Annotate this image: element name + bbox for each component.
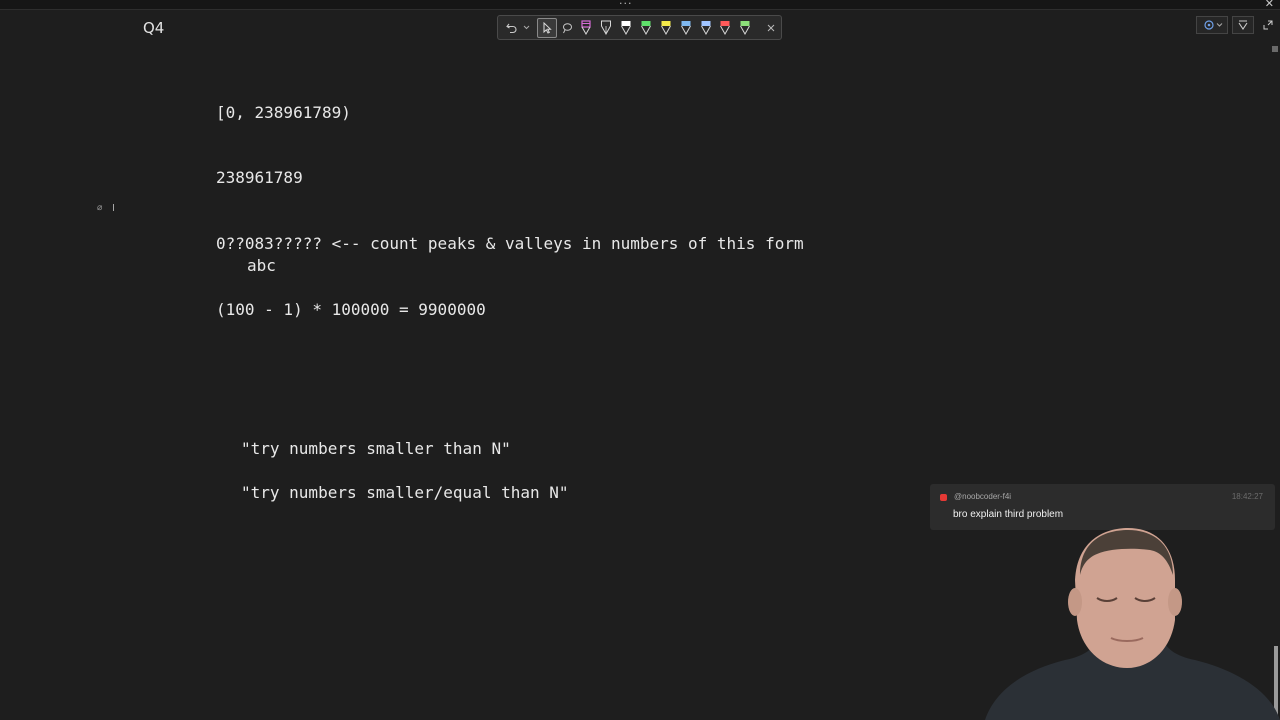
webcam-overlay <box>985 528 1280 720</box>
note-line-try-smaller-equal[interactable]: "try numbers smaller/equal than N" <box>241 482 569 504</box>
pen-icon <box>601 20 612 35</box>
pen-tool-8[interactable] <box>716 18 736 38</box>
expand-icon <box>1263 20 1273 30</box>
lasso-icon <box>562 22 572 33</box>
pen-icon <box>700 20 711 35</box>
chevron-down-icon <box>1238 20 1248 30</box>
close-icon[interactable]: ✕ <box>1265 0 1274 10</box>
note-line-abc[interactable]: abc <box>247 255 276 277</box>
close-toolbar-button[interactable] <box>761 18 781 38</box>
pen-tool-3[interactable] <box>616 18 636 38</box>
ribbon-toggle-button[interactable] <box>1232 16 1254 34</box>
pen-tool-7[interactable] <box>696 18 716 38</box>
pen-icon <box>641 20 651 35</box>
text-cursor: I <box>112 203 115 214</box>
note-line-try-smaller[interactable]: "try numbers smaller than N" <box>241 438 511 460</box>
pen-tool-5[interactable] <box>656 18 676 38</box>
select-tool-button[interactable] <box>536 17 557 38</box>
share-icon <box>1204 20 1223 30</box>
chevron-down-icon <box>523 25 530 30</box>
page-title[interactable]: Q4 <box>143 19 164 37</box>
pen-tool-6[interactable] <box>676 18 696 38</box>
window-top-strip: ··· ✕ <box>0 0 1280 10</box>
chat-timestamp: 18:42:27 <box>1231 492 1263 501</box>
chat-message: bro explain third problem <box>953 509 1064 520</box>
pen-tool-9[interactable] <box>735 18 755 38</box>
pen-icon <box>720 20 731 35</box>
pen-icon <box>680 20 691 35</box>
top-right-controls <box>1196 16 1276 34</box>
paragraph-handle-icon[interactable]: ⌀ <box>97 203 102 213</box>
cursor-icon <box>543 21 552 34</box>
lasso-tool-button[interactable] <box>557 18 577 38</box>
pen-tool-2[interactable] <box>596 18 616 38</box>
note-line-equation[interactable]: (100 - 1) * 100000 = 9900000 <box>216 299 486 321</box>
chat-username: @noobcoder-f4i <box>954 492 1012 501</box>
pen-tool-1[interactable] <box>576 18 596 38</box>
pen-icon <box>740 20 751 35</box>
drawing-toolbar <box>497 15 782 40</box>
pen-icon <box>621 20 632 35</box>
note-line-pattern[interactable]: 0??083????? <-- count peaks & valleys in… <box>216 233 804 255</box>
share-button[interactable] <box>1196 16 1228 34</box>
note-line-range[interactable]: [0, 238961789) <box>216 102 351 124</box>
youtube-icon <box>940 494 947 501</box>
note-line-number[interactable]: 238961789 <box>216 167 303 189</box>
undo-button[interactable] <box>502 18 522 38</box>
expand-button[interactable] <box>1260 16 1276 34</box>
drag-handle-icon[interactable]: ··· <box>619 0 633 10</box>
scrollbar-top-arrow[interactable] <box>1272 46 1278 52</box>
close-icon <box>767 24 775 31</box>
pen-tool-4[interactable] <box>636 18 656 38</box>
onenote-window: ··· ✕ Q4 ⌀ I [0, 238961789) 238961789 0?… <box>0 0 1280 720</box>
marker-icon <box>581 19 592 35</box>
undo-dropdown[interactable] <box>522 18 531 38</box>
undo-icon <box>506 23 517 33</box>
highlighter-icon <box>660 20 671 35</box>
